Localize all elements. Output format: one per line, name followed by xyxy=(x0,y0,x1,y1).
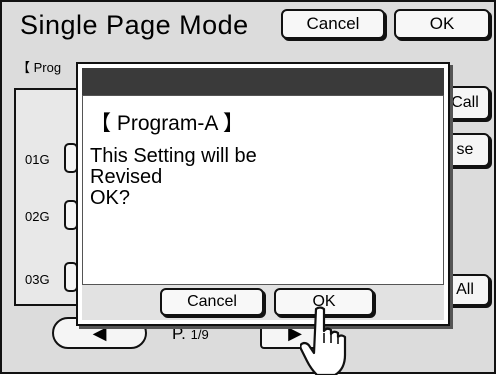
page-indicator: P. 1/9 xyxy=(172,324,209,344)
dialog-message: This Setting will be Revised OK? xyxy=(90,145,257,209)
header-cancel-button[interactable]: Cancel xyxy=(281,9,385,39)
program-label: 【 Prog xyxy=(17,60,62,75)
row-label-03g: 03G xyxy=(25,272,50,287)
page-value: 1/9 xyxy=(190,327,209,342)
dialog-title: 【 Program-A 】 xyxy=(90,112,245,135)
row-label-02g: 02G xyxy=(25,209,50,224)
pointing-hand-icon xyxy=(300,306,347,375)
dialog-title-bar xyxy=(82,68,444,95)
row-label-01g: 01G xyxy=(25,152,50,167)
all-button-label: All xyxy=(456,281,474,298)
confirm-dialog: 【 Program-A 】 This Setting will be Revis… xyxy=(76,62,450,326)
single-page-mode-screen: Single Page Mode Cancel OK 【 Prog 01G 02… xyxy=(0,0,496,375)
page-title: Single Page Mode xyxy=(20,10,249,40)
erase-button-label: se xyxy=(456,141,474,158)
dialog-cancel-button[interactable]: Cancel xyxy=(160,288,264,316)
call-button-label: Call xyxy=(451,94,479,111)
page-prefix: P. xyxy=(172,324,186,343)
header-ok-button[interactable]: OK xyxy=(394,9,490,39)
